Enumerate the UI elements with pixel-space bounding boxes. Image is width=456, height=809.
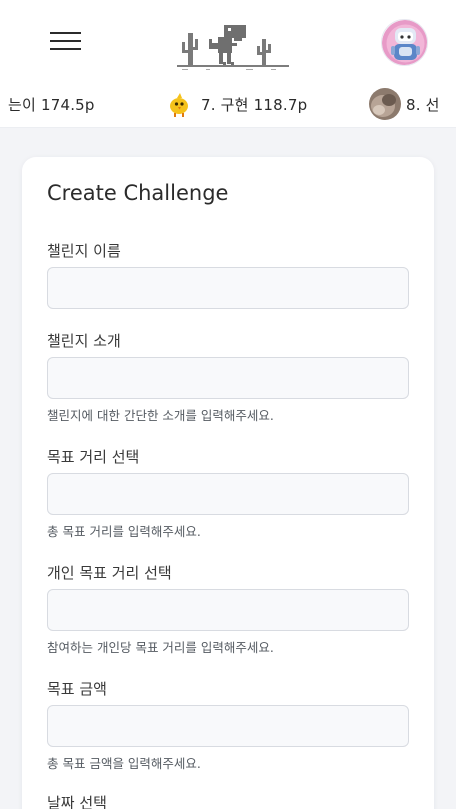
yellow-bird-avatar [170, 93, 188, 117]
target-amount-label: 목표 금액 [47, 680, 107, 698]
target-distance-label: 목표 거리 선택 [47, 448, 140, 466]
target-amount-input[interactable] [47, 705, 409, 747]
rank-text: 7. 구현 118.7p [201, 95, 308, 114]
target-distance-help: 총 목표 거리를 입력해주세요. [47, 524, 201, 539]
challenge-name-input[interactable] [47, 267, 409, 309]
hamburger-menu-icon[interactable] [50, 30, 81, 52]
menu-line [50, 40, 81, 42]
rank-item[interactable]: 는이 174.5p [8, 84, 95, 124]
menu-line [50, 48, 81, 50]
challenge-name-label: 챌린지 이름 [47, 242, 121, 260]
rank-text: 는이 174.5p [8, 95, 95, 114]
personal-distance-help: 참여하는 개인당 목표 거리를 입력해주세요. [47, 640, 274, 655]
date-select-label: 날짜 선택 [47, 794, 107, 809]
personal-distance-label: 개인 목표 거리 선택 [47, 564, 172, 582]
cat-photo-avatar [369, 88, 401, 120]
challenge-intro-help: 챌린지에 대한 간단한 소개를 입력해주세요. [47, 408, 274, 423]
challenge-intro-input[interactable] [47, 357, 409, 399]
target-amount-help: 총 목표 금액을 입력해주세요. [47, 756, 201, 771]
target-distance-input[interactable] [47, 473, 409, 515]
rank-text: 8. 선 [406, 95, 440, 114]
menu-line [50, 32, 81, 34]
personal-distance-input[interactable] [47, 589, 409, 631]
dino-cactus-logo[interactable] [176, 22, 292, 72]
page-title: Create Challenge [47, 181, 229, 205]
rank-item[interactable]: 8. 선 [369, 84, 440, 124]
rank-item[interactable]: 7. 구현 118.7p [164, 84, 307, 124]
user-avatar[interactable] [381, 19, 428, 66]
challenge-intro-label: 챌린지 소개 [47, 332, 121, 350]
top-header: 는이 174.5p 7. 구현 118.7p 8. 선 [0, 0, 456, 128]
ranking-ticker: 는이 174.5p 7. 구현 118.7p 8. 선 [0, 84, 456, 124]
